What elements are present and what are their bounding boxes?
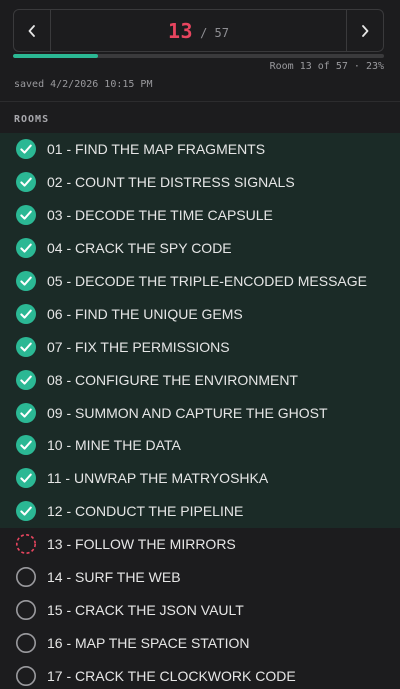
empty-circle-icon	[16, 567, 36, 588]
room-item-17[interactable]: 17 - CRACK THE CLOCKWORK CODE	[0, 659, 400, 689]
room-item-02[interactable]: 02 - COUNT THE DISTRESS SIGNALS	[0, 165, 400, 199]
room-label: 04 - CRACK THE SPY CODE	[47, 240, 232, 257]
check-circle-icon	[16, 271, 36, 291]
room-item-14[interactable]: 14 - SURF THE WEB	[0, 561, 400, 594]
check-circle-icon	[16, 238, 36, 259]
room-item-04[interactable]: 04 - CRACK THE SPY CODE	[0, 231, 400, 265]
check-circle-icon	[16, 205, 36, 226]
room-item-13[interactable]: 13 - FOLLOW THE MIRRORS	[0, 528, 400, 561]
room-label: 15 - CRACK THE JSON VAULT	[47, 601, 244, 618]
room-label: 01 - FIND THE MAP FRAGMENTS	[47, 141, 266, 158]
in-progress-circle-icon	[16, 534, 36, 555]
progress-bar	[13, 54, 384, 58]
room-label: 09 - SUMMON AND CAPTURE THE GHOST	[47, 404, 328, 421]
room-item-08[interactable]: 08 - CONFIGURE THE ENVIRONMENT	[0, 363, 400, 397]
rooms-section-label: ROOMS	[14, 114, 50, 125]
next-room-button[interactable]	[346, 10, 383, 51]
room-item-07[interactable]: 07 - FIX THE PERMISSIONS	[0, 330, 400, 364]
room-item-01[interactable]: 01 - FIND THE MAP FRAGMENTS	[0, 133, 400, 166]
chevron-right-icon	[362, 24, 369, 37]
check-circle-icon	[16, 402, 36, 423]
room-item-05[interactable]: 05 - DECODE THE TRIPLE-ENCODED MESSAGE	[0, 264, 400, 298]
room-label: 03 - DECODE THE TIME CAPSULE	[47, 207, 273, 224]
progress-status: Room 13 of 57 · 23%	[269, 61, 384, 72]
room-counter: 13 / 57	[51, 10, 346, 51]
check-circle-icon	[16, 369, 36, 390]
room-label: 05 - DECODE THE TRIPLE-ENCODED MESSAGE	[47, 273, 367, 289]
progress-fill	[13, 54, 99, 58]
room-item-10[interactable]: 10 - MINE THE DATA	[0, 429, 400, 462]
current-room-number: 13	[168, 18, 194, 43]
total-rooms: / 57	[200, 25, 229, 40]
room-list: 01 - FIND THE MAP FRAGMENTS 02 - COUNT TH…	[0, 133, 400, 689]
room-label: 12 - CONDUCT THE PIPELINE	[47, 503, 244, 520]
room-label: 08 - CONFIGURE THE ENVIRONMENT	[47, 371, 298, 388]
header-panel: 13 / 57 Room 13 of 57 · 23% saved 4/2/20…	[0, 0, 400, 102]
room-label: 14 - SURF THE WEB	[47, 569, 181, 586]
empty-circle-icon	[16, 665, 36, 686]
check-circle-icon	[16, 139, 36, 160]
room-label: 02 - COUNT THE DISTRESS SIGNALS	[47, 174, 295, 191]
room-label: 07 - FIX THE PERMISSIONS	[47, 338, 230, 355]
saved-timestamp: saved 4/2/2026 10:15 PM	[14, 79, 153, 90]
room-item-11[interactable]: 11 - UNWRAP THE MATRYOSHKA	[0, 461, 400, 495]
check-circle-icon	[16, 336, 36, 357]
empty-circle-icon	[16, 599, 36, 620]
room-label: 11 - UNWRAP THE MATRYOSHKA	[47, 470, 269, 487]
room-label: 17 - CRACK THE CLOCKWORK CODE	[47, 667, 296, 684]
check-circle-icon	[16, 468, 36, 489]
check-circle-icon	[16, 172, 36, 193]
chevron-left-icon	[28, 24, 35, 37]
room-label: 16 - MAP THE SPACE STATION	[47, 634, 250, 651]
room-navigator: 13 / 57	[13, 9, 384, 52]
previous-room-button[interactable]	[14, 10, 51, 51]
room-item-06[interactable]: 06 - FIND THE UNIQUE GEMS	[0, 297, 400, 331]
empty-circle-icon	[16, 632, 36, 653]
room-item-15[interactable]: 15 - CRACK THE JSON VAULT	[0, 593, 400, 626]
room-item-09[interactable]: 09 - SUMMON AND CAPTURE THE GHOST	[0, 396, 400, 430]
room-label: 13 - FOLLOW THE MIRRORS	[47, 536, 236, 553]
room-label: 10 - MINE THE DATA	[47, 437, 181, 454]
room-item-16[interactable]: 16 - MAP THE SPACE STATION	[0, 626, 400, 659]
check-circle-icon	[16, 303, 36, 324]
room-label: 06 - FIND THE UNIQUE GEMS	[47, 305, 243, 322]
room-item-12[interactable]: 12 - CONDUCT THE PIPELINE	[0, 494, 400, 528]
check-circle-icon	[16, 501, 36, 522]
check-circle-icon	[16, 435, 36, 456]
room-item-03[interactable]: 03 - DECODE THE TIME CAPSULE	[0, 198, 400, 232]
